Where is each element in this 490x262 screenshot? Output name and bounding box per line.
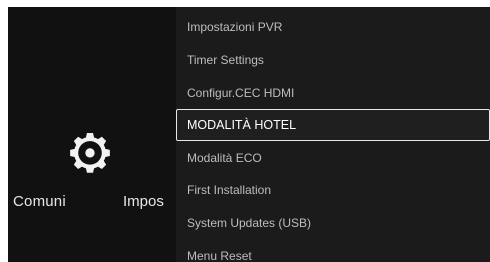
tv-screen: Comuni Impos Impostazioni PVR Timer Sett… [8,7,490,262]
menu-item-system-updates[interactable]: System Updates (USB) [176,207,490,239]
gear-icon [70,133,110,173]
category-label-impostazioni[interactable]: Impos [123,193,176,210]
menu-item-eco-mode[interactable]: Modalità ECO [176,142,490,174]
category-pane: Comuni Impos [8,7,176,262]
menu-item-hotel-mode[interactable]: MODALITÀ HOTEL [176,109,490,141]
menu-item-timer-settings[interactable]: Timer Settings [176,44,490,76]
menu-item-pvr-settings[interactable]: Impostazioni PVR [176,11,490,43]
settings-menu: Impostazioni PVR Timer Settings Configur… [176,7,490,262]
category-label-comuni[interactable]: Comuni [13,193,66,210]
menu-item-menu-reset[interactable]: Menu Reset [176,240,490,262]
menu-item-cec-hdmi[interactable]: Configur.CEC HDMI [176,77,490,109]
menu-item-first-installation[interactable]: First Installation [176,174,490,206]
